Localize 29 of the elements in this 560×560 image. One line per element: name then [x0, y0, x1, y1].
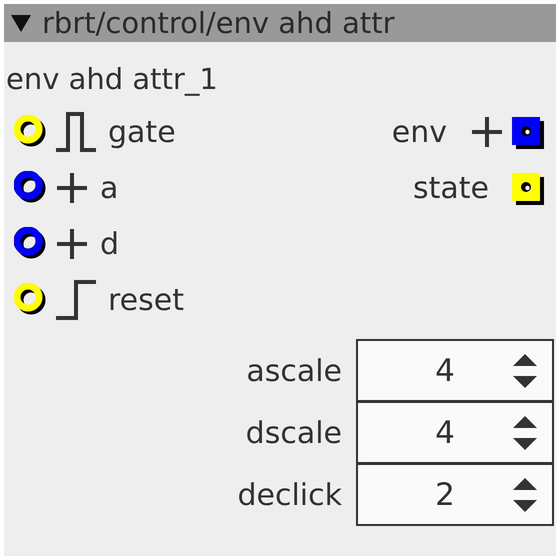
input-label: d [100, 226, 120, 262]
output-label: state [413, 170, 489, 206]
spinner-icon[interactable] [512, 476, 538, 514]
port-icon[interactable] [14, 227, 48, 261]
number-field[interactable]: 4 [356, 401, 554, 464]
param-label: ascale [246, 354, 342, 388]
port-icon[interactable] [511, 172, 544, 204]
plus-icon [469, 114, 505, 150]
number-field[interactable]: 2 [356, 463, 554, 526]
port-icon[interactable] [511, 116, 544, 148]
param-label: declick [237, 478, 342, 512]
node-title: rbrt/control/env ahd attr [42, 6, 395, 40]
input-label: reset [108, 282, 184, 318]
node-name: env ahd attr_1 [5, 61, 219, 98]
port-icon[interactable] [14, 115, 48, 149]
input-label: gate [108, 114, 176, 150]
param-label: dscale [246, 416, 342, 450]
output-label: env [392, 114, 447, 150]
port-icon[interactable] [14, 283, 48, 317]
number-field[interactable]: 4 [356, 339, 554, 402]
plus-icon [54, 170, 90, 206]
port-icon[interactable] [14, 171, 48, 205]
pulse-icon [54, 111, 98, 153]
collapse-icon[interactable] [10, 12, 32, 34]
input-label: a [100, 170, 118, 206]
step-icon [54, 279, 98, 321]
plus-icon [54, 226, 90, 262]
spinner-icon[interactable] [512, 352, 538, 390]
spinner-icon[interactable] [512, 414, 538, 452]
